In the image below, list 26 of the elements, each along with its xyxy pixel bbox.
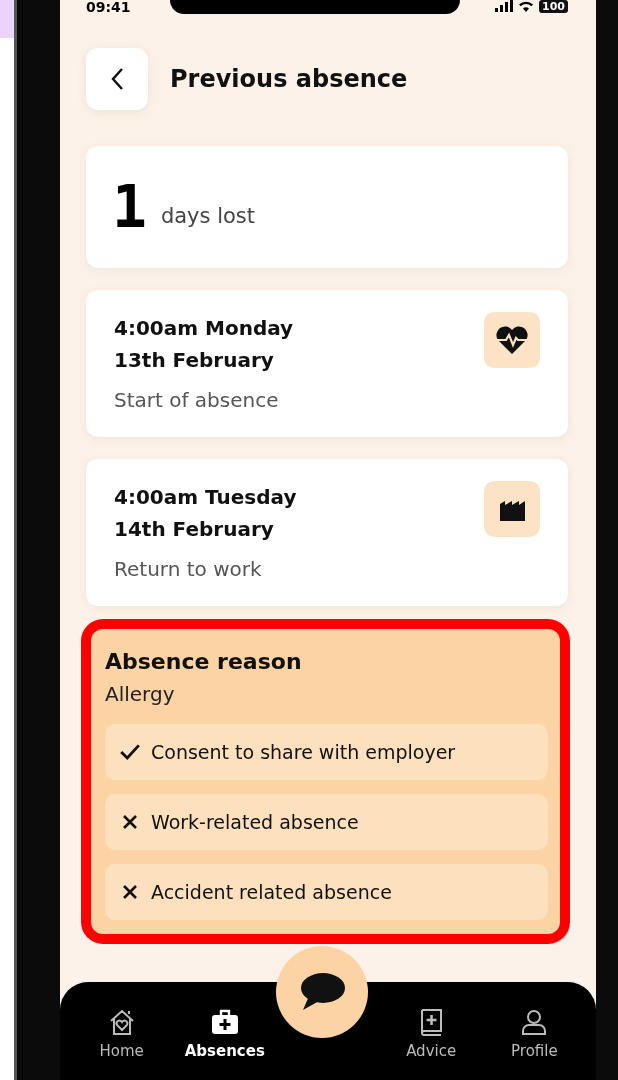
nav-tab[interactable]: Absences — [179, 982, 270, 1062]
nav-tab[interactable]: Home — [76, 982, 167, 1062]
page-title: Previous absence — [170, 65, 408, 93]
nav-tab[interactable]: Advice — [386, 982, 477, 1062]
days-lost-label: days lost — [160, 204, 256, 228]
status-time: 09:41 — [86, 0, 131, 14]
event-date: 13th February — [114, 347, 275, 374]
event-time: 4:00am Monday — [114, 315, 294, 342]
nav-tab[interactable]: Profile — [489, 982, 580, 1062]
days-lost-count: 1 — [112, 178, 147, 236]
heartbeat-icon — [484, 312, 540, 368]
flag-label: Accident related absence — [151, 881, 392, 903]
background-block — [0, 0, 14, 38]
flag-label: Consent to share with employer — [151, 741, 456, 763]
reason-title: Absence reason — [105, 649, 303, 674]
flag-label: Work-related absence — [151, 811, 359, 833]
reason-value: Allergy — [105, 682, 176, 706]
event-label: Start of absence — [114, 388, 280, 412]
battery-level: 100 — [539, 0, 568, 13]
event-label: Return to work — [114, 557, 263, 581]
wifi-icon — [518, 0, 534, 12]
back-icon — [110, 67, 124, 91]
factory-icon — [484, 481, 540, 537]
event-time: 4:00am Tuesday — [114, 484, 297, 511]
signal-icon — [495, 0, 513, 12]
event-date: 14th February — [114, 516, 275, 543]
